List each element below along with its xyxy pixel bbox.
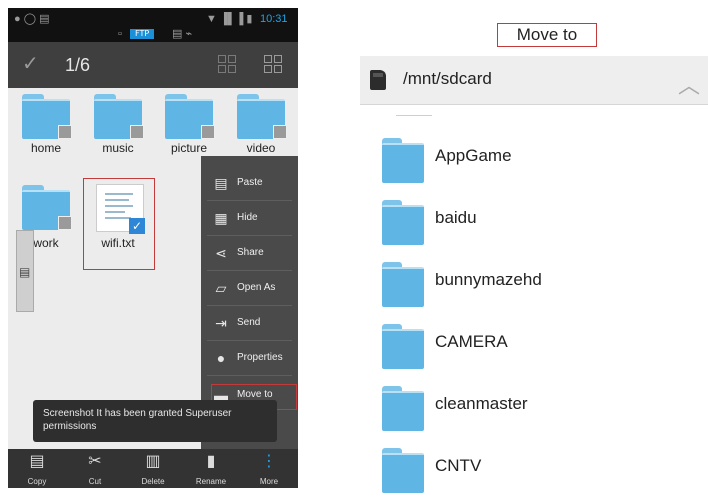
- select-all-icon[interactable]: [218, 55, 236, 73]
- menu-item-open-as[interactable]: ▱ Open As: [201, 271, 298, 306]
- button-label: Delete: [141, 477, 165, 486]
- folder-list-item[interactable]: bunnymazehd: [360, 252, 708, 314]
- folder-name: CAMERA: [435, 332, 508, 351]
- side-drawer-handle[interactable]: ▤: [16, 230, 34, 312]
- folder-name: baidu: [435, 208, 477, 227]
- cut-button[interactable]: ✂ Cut: [66, 449, 124, 488]
- clock: 10:31: [260, 13, 288, 25]
- toast-text: Screenshot It has been granted Superuser…: [43, 408, 232, 432]
- delete-button[interactable]: ▥ Delete: [124, 449, 182, 488]
- paste-icon: ▤: [214, 175, 228, 191]
- file-label: music: [102, 141, 134, 155]
- folder-list-item[interactable]: cleanmaster: [360, 376, 708, 438]
- notification-icon: ● ◯ ▤: [14, 13, 50, 25]
- more-icon: ⋮: [261, 453, 277, 470]
- current-path: /mnt/sdcard: [403, 69, 492, 88]
- checkmark-icon[interactable]: ✓: [22, 54, 39, 74]
- properties-icon: ●: [216, 350, 226, 366]
- button-label: Copy: [27, 477, 47, 486]
- open-as-icon: ▱: [215, 280, 227, 296]
- file-label: wifi.txt: [101, 236, 135, 250]
- menu-item-label: Hide: [237, 212, 258, 223]
- file-label: picture: [170, 141, 208, 155]
- menu-item-paste[interactable]: ▤ Paste: [201, 166, 298, 201]
- rename-button[interactable]: ▮ Rename: [182, 449, 240, 488]
- delete-icon: ▥: [145, 453, 161, 470]
- menu-item-label: Share: [237, 247, 264, 258]
- share-icon: ⋖: [215, 245, 227, 261]
- bottom-action-bar: ▤ Copy ✂ Cut ▥ Delete ▮ Rename ⋮ More: [8, 449, 298, 488]
- menu-item-label: Properties: [237, 352, 283, 363]
- file-label: video: [246, 141, 276, 155]
- menu-item-label: Open As: [237, 282, 276, 293]
- screen-icon: ▫: [118, 28, 122, 40]
- menu-item-properties[interactable]: ● Properties: [201, 341, 298, 376]
- folder-list-item[interactable]: CAMERA: [360, 314, 708, 376]
- button-label: More: [259, 477, 279, 486]
- menu-item-label: Send: [237, 317, 261, 328]
- button-label: Rename: [195, 477, 227, 486]
- file-manager-screen: ● ◯ ▤ ▼ ▐▌▐ ▮ 10:31 ▫ FTP ▤ ⌁ ✓ 1/6 home…: [8, 8, 298, 488]
- sdcard-icon: [370, 70, 386, 90]
- sync-icon: ▤ ⌁: [172, 28, 193, 40]
- status-bar: ● ◯ ▤ ▼ ▐▌▐ ▮ 10:31 ▫ FTP ▤ ⌁: [8, 8, 298, 42]
- hide-icon: ▦: [214, 210, 228, 226]
- more-button[interactable]: ⋮ More: [240, 449, 298, 488]
- folder-list-item[interactable]: AppGame: [360, 128, 708, 190]
- select-grid-icon[interactable]: [264, 55, 282, 73]
- toast-message: Screenshot It has been granted Superuser…: [33, 400, 277, 442]
- checkbox-checked-icon[interactable]: ✓: [129, 218, 145, 234]
- rename-icon: ▮: [206, 453, 216, 470]
- clipboard-icon: ▤: [19, 265, 31, 279]
- folder-list-item[interactable]: CNTV: [360, 438, 708, 500]
- wifi-signal-icon: ▼ ▐▌▐ ▮: [206, 13, 253, 25]
- selection-count: 1/6: [65, 55, 91, 75]
- move-to-dialog: Move to /mnt/sdcard ︿ AppGame baidu bunn…: [360, 18, 708, 493]
- menu-item-hide[interactable]: ▦ Hide: [201, 201, 298, 236]
- folder-list-item[interactable]: baidu: [360, 190, 708, 252]
- folder-name: bunnymazehd: [435, 270, 542, 289]
- folder-name: cleanmaster: [435, 394, 528, 413]
- path-bar[interactable]: /mnt/sdcard ︿: [360, 56, 708, 105]
- copy-button[interactable]: ▤ Copy: [8, 449, 66, 488]
- file-label: home: [30, 141, 62, 155]
- cut-icon: ✂: [88, 453, 102, 470]
- dialog-title: Move to: [497, 23, 597, 47]
- folder-name: CNTV: [435, 456, 482, 475]
- divider: [396, 115, 432, 116]
- chevron-up-icon[interactable]: ︿: [678, 68, 700, 100]
- menu-item-send[interactable]: ⇥ Send: [201, 306, 298, 341]
- selection-toolbar: ✓ 1/6: [8, 42, 298, 88]
- send-icon: ⇥: [215, 315, 227, 331]
- menu-item-share[interactable]: ⋖ Share: [201, 236, 298, 271]
- button-label: Cut: [88, 477, 102, 486]
- copy-icon: ▤: [29, 453, 45, 470]
- menu-item-label: Paste: [237, 177, 263, 188]
- folder-name: AppGame: [435, 146, 512, 165]
- ftp-badge: FTP: [130, 29, 155, 39]
